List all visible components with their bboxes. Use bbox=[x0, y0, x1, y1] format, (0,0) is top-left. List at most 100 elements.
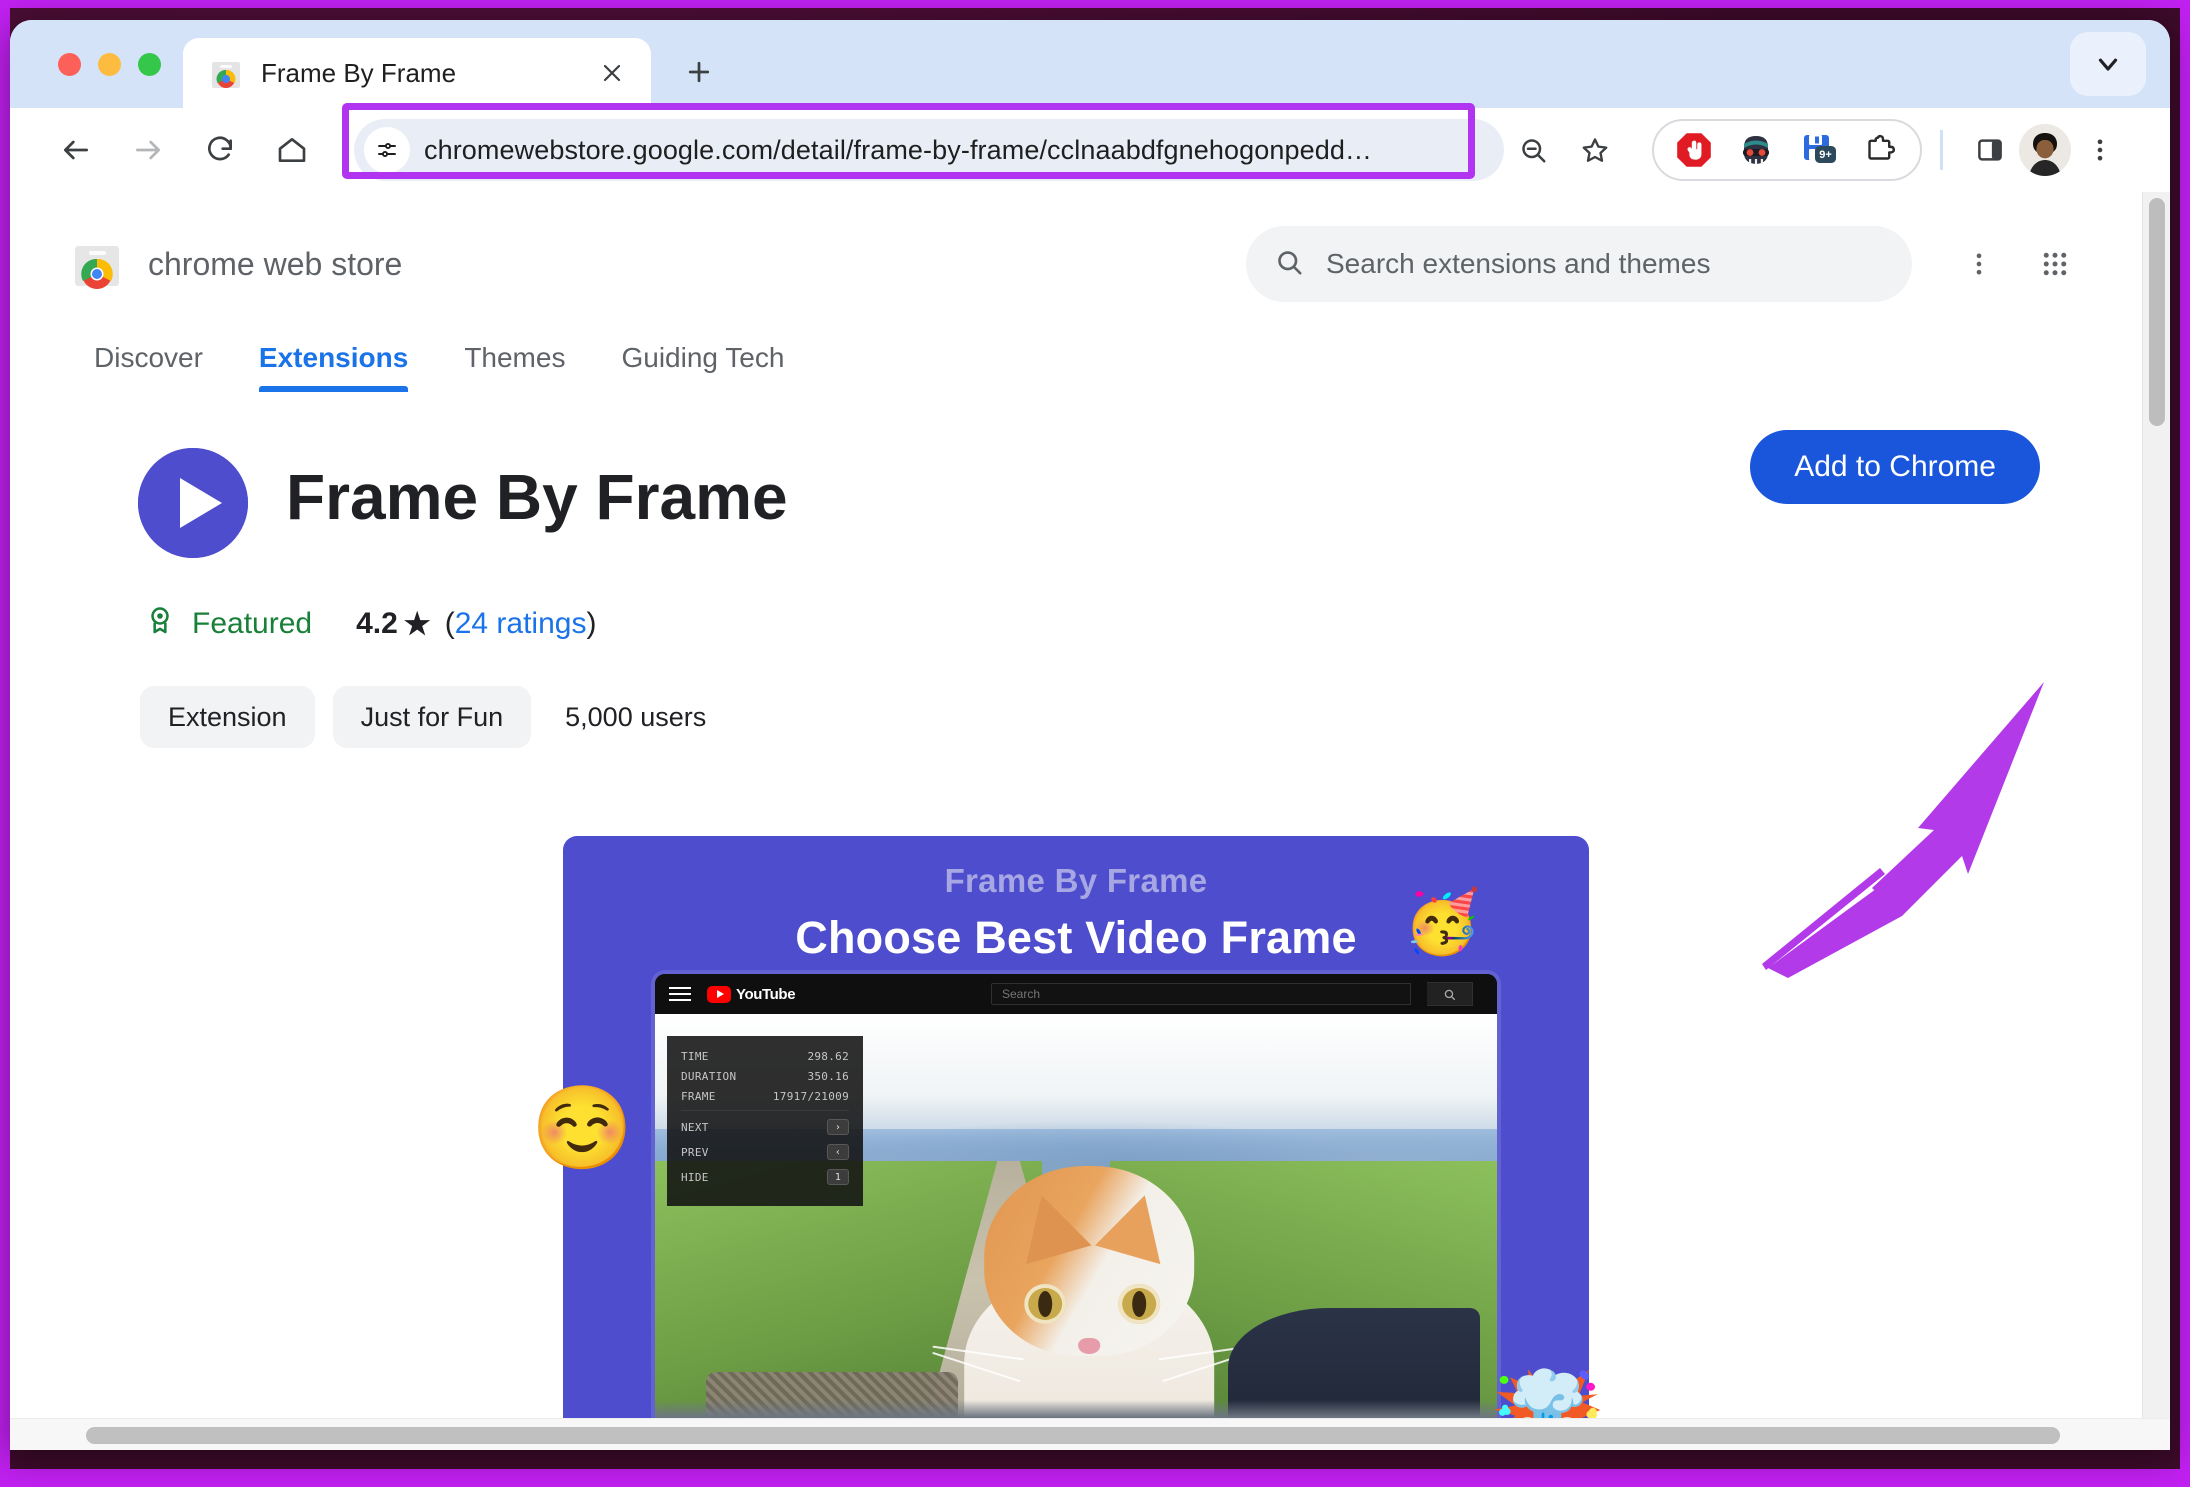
award-ribbon-icon bbox=[144, 604, 176, 644]
frame-by-frame-overlay-panel: TIME 298.62 DURATION 350.16 FRAME 17917/… bbox=[667, 1036, 863, 1206]
cat-eye-right bbox=[1118, 1284, 1161, 1324]
tab-extensions[interactable]: Extensions bbox=[231, 342, 436, 392]
forward-button[interactable] bbox=[116, 118, 180, 182]
extensions-puzzle-icon[interactable] bbox=[1854, 124, 1906, 176]
rating-value: 4.2 ★ bbox=[356, 607, 431, 642]
overlay-row-duration: DURATION 350.16 bbox=[681, 1070, 849, 1083]
cat-nose bbox=[1078, 1338, 1101, 1354]
cat-head bbox=[932, 1166, 1251, 1383]
store-nav-tabs: Discover Extensions Themes Guiding Tech bbox=[10, 316, 2142, 392]
overlay-key-badge: ‹ bbox=[827, 1144, 849, 1160]
three-dot-menu-icon[interactable] bbox=[2071, 121, 2129, 179]
decorative-top-border bbox=[0, 0, 2190, 8]
save-icon[interactable]: 9+ bbox=[1792, 124, 1844, 176]
horizontal-scrollbar-thumb[interactable] bbox=[86, 1427, 2060, 1444]
google-apps-grid-icon[interactable] bbox=[2024, 233, 2086, 295]
tab-discover[interactable]: Discover bbox=[66, 342, 231, 392]
star-icon: ★ bbox=[403, 607, 431, 641]
tab-strip: Frame By Frame bbox=[10, 20, 2170, 108]
paren-close: ) bbox=[586, 607, 597, 640]
overlay-label: TIME bbox=[681, 1050, 709, 1063]
vertical-scrollbar[interactable] bbox=[2142, 192, 2170, 1418]
cat-image bbox=[924, 1118, 1254, 1418]
youtube-logo-text: YouTube bbox=[736, 985, 796, 1003]
chrome-web-store-logo[interactable] bbox=[70, 237, 124, 291]
promo-banner-wrap: Frame By Frame Choose Best Video Frame 🥳… bbox=[531, 836, 1607, 1418]
tab-themes[interactable]: Themes bbox=[436, 342, 593, 392]
cat-eye-left bbox=[1024, 1284, 1067, 1324]
chevron-down-icon[interactable] bbox=[2070, 32, 2146, 96]
store-brand-text: chrome web store bbox=[148, 245, 403, 282]
search-input[interactable]: Search extensions and themes bbox=[1246, 226, 1912, 302]
side-panel-icon[interactable] bbox=[1961, 121, 2019, 179]
page-title: Frame By Frame bbox=[286, 461, 788, 533]
overlay-control-label: NEXT bbox=[681, 1120, 709, 1134]
overlay-row-time: TIME 298.62 bbox=[681, 1050, 849, 1063]
maximize-window-button[interactable] bbox=[138, 52, 161, 76]
vertical-scrollbar-thumb[interactable] bbox=[2149, 198, 2165, 426]
home-button[interactable] bbox=[260, 118, 324, 182]
cat-ear-left bbox=[1008, 1185, 1092, 1265]
tab-guiding-tech[interactable]: Guiding Tech bbox=[593, 342, 812, 392]
overlay-key-badge: 1 bbox=[827, 1169, 849, 1185]
browser-window: Frame By Frame chromewebstore.google.com… bbox=[10, 20, 2170, 1450]
metadata-chips: Extension Just for Fun 5,000 users bbox=[10, 686, 2142, 748]
store-header: chrome web store Search extensions and t… bbox=[10, 192, 2142, 304]
reload-button[interactable] bbox=[188, 118, 252, 182]
omnibox-trailing-icons bbox=[1504, 121, 1624, 179]
svg-text:9+: 9+ bbox=[1819, 149, 1832, 161]
url-text: chromewebstore.google.com/detail/frame-b… bbox=[424, 134, 1373, 165]
promo-banner: Frame By Frame Choose Best Video Frame 🥳… bbox=[531, 836, 1607, 1418]
browser-tab[interactable]: Frame By Frame bbox=[183, 38, 651, 108]
decorative-left-border bbox=[0, 0, 10, 1487]
tune-icon[interactable] bbox=[364, 127, 410, 173]
chip-just-for-fun[interactable]: Just for Fun bbox=[332, 686, 532, 748]
youtube-top-bar: YouTube Search bbox=[655, 974, 1497, 1014]
user-count: 5,000 users bbox=[565, 701, 707, 732]
overlay-control-next[interactable]: NEXT › bbox=[681, 1119, 849, 1135]
overlay-control-label: HIDE bbox=[681, 1170, 709, 1184]
overlay-label: FRAME bbox=[681, 1090, 716, 1103]
adblock-icon[interactable] bbox=[1668, 124, 1720, 176]
smiling-face-emoji-icon: ☺️ bbox=[531, 1083, 634, 1174]
overlay-control-hide[interactable]: HIDE 1 bbox=[681, 1169, 849, 1185]
overlay-label: DURATION bbox=[681, 1070, 737, 1083]
address-bar[interactable]: chromewebstore.google.com/detail/frame-b… bbox=[354, 119, 1504, 181]
hamburger-icon bbox=[669, 987, 691, 1001]
toolbar-divider bbox=[1940, 130, 1943, 170]
horizontal-scrollbar[interactable] bbox=[10, 1418, 2170, 1450]
privacy-mask-icon[interactable] bbox=[1730, 124, 1782, 176]
featured-badge: Featured bbox=[144, 604, 312, 644]
chip-extension[interactable]: Extension bbox=[140, 686, 315, 748]
new-tab-button[interactable] bbox=[673, 46, 725, 98]
star-icon[interactable] bbox=[1566, 121, 1624, 179]
close-window-button[interactable] bbox=[58, 52, 81, 76]
page-viewport: chrome web store Search extensions and t… bbox=[10, 192, 2170, 1418]
overlay-control-label: PREV bbox=[681, 1145, 709, 1159]
window-traffic-lights bbox=[10, 20, 183, 108]
avatar[interactable] bbox=[2019, 124, 2071, 176]
desktop-backdrop: Frame By Frame chromewebstore.google.com… bbox=[0, 0, 2190, 1487]
address-bar-container: chromewebstore.google.com/detail/frame-b… bbox=[342, 103, 1624, 181]
chrome-web-store-page: chrome web store Search extensions and t… bbox=[10, 192, 2142, 1418]
bicycle-handlebar bbox=[655, 1400, 1497, 1418]
paren-open: ( bbox=[444, 607, 455, 640]
overlay-row-frame: FRAME 17917/21009 bbox=[681, 1090, 849, 1103]
back-button[interactable] bbox=[44, 118, 108, 182]
minimize-window-button[interactable] bbox=[98, 52, 121, 76]
overlay-divider bbox=[681, 1110, 849, 1111]
rating-number: 4.2 bbox=[356, 607, 398, 640]
close-tab-button[interactable] bbox=[595, 56, 629, 90]
overlay-control-prev[interactable]: PREV ‹ bbox=[681, 1144, 849, 1160]
ratings-link[interactable]: 24 ratings bbox=[455, 607, 587, 640]
tab-title: Frame By Frame bbox=[261, 57, 457, 88]
zoom-out-icon[interactable] bbox=[1504, 121, 1562, 179]
extension-header: Frame By Frame Add to Chrome bbox=[10, 392, 2142, 558]
add-to-chrome-button[interactable]: Add to Chrome bbox=[1750, 430, 2040, 504]
cat-ear-right bbox=[1094, 1185, 1178, 1265]
three-dot-menu-icon[interactable] bbox=[1948, 233, 2010, 295]
overlay-key-badge: › bbox=[827, 1119, 849, 1135]
extensions-pill: 9+ bbox=[1652, 119, 1922, 181]
overlay-value: 17917/21009 bbox=[772, 1090, 849, 1103]
party-face-emoji-icon: 🥳 bbox=[1403, 888, 1481, 957]
